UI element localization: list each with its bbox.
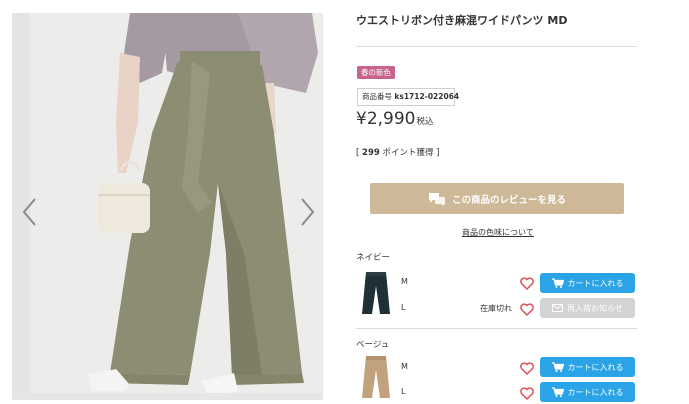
- restock-notify-navy-l-button[interactable]: 再入荷お知らせ: [540, 298, 635, 318]
- add-to-cart-label: カートに入れる: [567, 387, 624, 397]
- view-reviews-label: この商品のレビューを見る: [451, 194, 566, 206]
- restock-notify-label: 再入荷お知らせ: [567, 303, 623, 313]
- size-label: L: [401, 387, 406, 396]
- title-divider: [356, 46, 637, 47]
- color-name-navy: ネイビー: [356, 253, 391, 263]
- prev-image-button[interactable]: [19, 195, 41, 229]
- favorite-navy-l-button[interactable]: [520, 303, 534, 316]
- favorite-navy-m-button[interactable]: [520, 277, 534, 290]
- view-reviews-button[interactable]: この商品のレビューを見る: [370, 183, 624, 214]
- out-of-stock-label: 在庫切れ: [480, 304, 512, 313]
- points-suffix: ポイント獲得 ]: [379, 148, 440, 158]
- chevron-left-icon: [22, 198, 36, 226]
- favorite-beige-l-button[interactable]: [520, 387, 534, 400]
- cart-icon: [551, 387, 564, 397]
- add-to-cart-navy-m-button[interactable]: カートに入れる: [540, 273, 635, 293]
- points-earned: [ 299 ポイント獲得 ]: [356, 146, 440, 158]
- add-to-cart-label: カートに入れる: [567, 278, 624, 288]
- add-to-cart-label: カートに入れる: [567, 362, 624, 372]
- add-to-cart-beige-m-button[interactable]: カートに入れる: [540, 357, 635, 377]
- chevron-right-icon: [301, 198, 315, 226]
- cart-icon: [551, 278, 564, 288]
- points-value: 299: [362, 148, 380, 158]
- favorite-beige-m-button[interactable]: [520, 362, 534, 375]
- product-image: [12, 13, 323, 400]
- heart-icon: [520, 362, 534, 375]
- heart-icon: [520, 387, 534, 400]
- next-image-button[interactable]: [296, 195, 318, 229]
- price-amount: ¥2,990: [356, 109, 416, 129]
- size-label: M: [401, 277, 408, 286]
- heart-icon: [520, 277, 534, 290]
- add-to-cart-beige-l-button[interactable]: カートに入れる: [540, 382, 635, 402]
- sku-value: ks1712-022064: [394, 92, 460, 101]
- mail-icon: [552, 304, 564, 312]
- sku-label: 商品番号: [362, 92, 392, 101]
- swatch-navy: [356, 270, 396, 320]
- cart-icon: [551, 362, 564, 372]
- chat-bubbles-icon: [428, 192, 446, 206]
- new-color-badge: 春の新色: [357, 66, 395, 79]
- heart-icon: [520, 303, 534, 316]
- product-title: ウエストリボン付き麻混ワイドパンツ MD: [356, 14, 568, 27]
- sku-box: 商品番号 ks1712-022064: [357, 88, 459, 106]
- color-info-link[interactable]: 商品の色味について: [462, 227, 534, 238]
- swatch-beige: [356, 354, 396, 404]
- size-label: L: [401, 303, 406, 312]
- color-divider: [356, 328, 637, 329]
- color-name-beige: ベージュ: [356, 340, 390, 350]
- price-tax-label: 税込: [416, 117, 434, 127]
- size-label: M: [401, 362, 408, 371]
- price: ¥2,990税込: [356, 109, 434, 129]
